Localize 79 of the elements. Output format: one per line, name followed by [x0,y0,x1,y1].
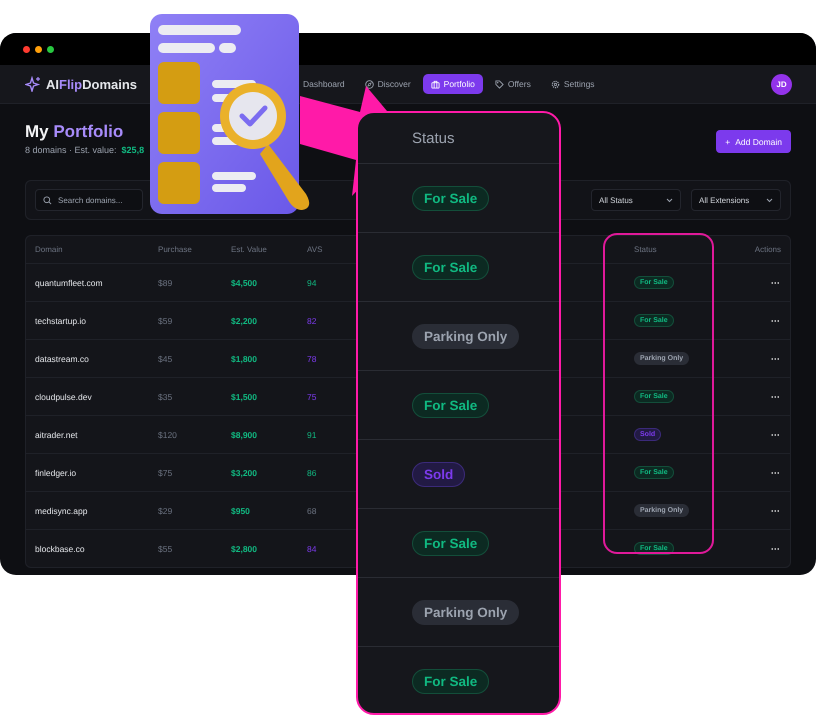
minimize-dot[interactable] [35,46,42,52]
chevron-down-icon [766,198,773,202]
domain-cell-text: datastream.co [34,354,90,364]
status-badge: Parking Only [412,600,520,624]
purchase-cell-text: $29 [158,506,174,516]
more-actions-button[interactable]: ··· [770,316,781,326]
settings-icon [550,80,560,88]
value-cell-text: $2,800 [231,544,258,554]
purchase-cell-text: $45 [158,354,174,364]
domain-cell-text: blockbase.co [34,544,86,554]
purchase-cell-text: $89 [158,278,174,288]
nav-tab[interactable]: Settings [542,74,603,94]
status-badge: For Sale [412,668,490,694]
column-header: Actions [754,245,781,254]
avs-cell-text: 94 [307,278,318,288]
filter-dropdown[interactable]: All Extensions [691,189,781,211]
avs-cell-text: 82 [307,316,318,326]
purchase-cell-text: $35 [158,392,174,402]
value-cell-text: $2,200 [231,316,258,326]
value-cell-text: $3,200 [231,468,258,478]
search-field[interactable]: Search domains... [35,189,143,211]
column-header: Purchase [158,245,193,254]
more-actions-button[interactable]: ··· [770,278,781,288]
avs-cell-text: 68 [307,506,318,516]
nav-tab[interactable]: Offers [486,74,539,94]
value-cell-text: $4,500 [231,278,258,288]
purchase-cell-text: $59 [158,316,174,326]
nav-tab[interactable]: Discover [356,74,419,94]
avs-cell-text: 75 [307,392,318,402]
nav-tab[interactable]: Portfolio [422,74,483,94]
portfolio-summary: 8 domains · Est. value: $25,8 [25,145,144,155]
domain-cell-text: cloudpulse.dev [34,392,93,402]
purchase-cell-text: $55 [158,544,174,554]
domain-cell-text: quantumfleet.com [34,278,104,288]
column-header: Domain [34,245,64,254]
avs-cell-text: 91 [307,430,318,440]
column-header: AVS [307,245,324,254]
chevron-down-icon [666,198,673,202]
column-header: Est. Value [231,245,268,254]
user-avatar[interactable]: JD [771,74,792,94]
add-domain-button[interactable]: + Add Domain [716,130,791,153]
value-cell-text: $8,900 [231,430,258,440]
status-badge: For Sale [412,186,490,210]
avs-cell-text: 86 [307,468,318,478]
status-badge: Parking Only [412,324,520,348]
more-actions-button[interactable]: ··· [770,392,781,402]
more-actions-button[interactable]: ··· [770,354,781,364]
compass-icon [364,80,374,88]
status-badge: For Sale [412,392,490,418]
status-badge: For Sale [412,530,490,556]
domain-cell-text: finledger.io [34,468,78,478]
more-actions-button[interactable]: ··· [770,468,781,478]
column-header: Status [634,245,657,254]
avs-cell-text: 78 [307,354,318,364]
nav-tab[interactable]: Dashboard [303,74,353,94]
status-badge: For Sale [412,254,490,280]
panel-title: Status [412,130,455,146]
briefcase-icon [430,80,440,88]
avs-cell-text: 84 [307,544,318,554]
domain-cell-text: techstartup.io [34,316,88,326]
status-badge: Sold [412,462,466,486]
filter-dropdown[interactable]: All Status [591,189,681,211]
domain-cell-text: aitrader.net [34,430,79,440]
maximize-dot[interactable] [47,46,54,52]
more-actions-button[interactable]: ··· [770,506,781,516]
search-icon [43,196,52,204]
value-cell-text: $1,500 [231,392,258,402]
close-dot[interactable] [23,46,30,52]
sparkle-icon [25,76,41,92]
more-actions-button[interactable]: ··· [770,544,781,554]
purchase-cell-text: $75 [158,468,174,478]
page-title: My Portfolio [25,122,124,142]
tag-icon [494,80,504,88]
value-cell-text: $950 [231,506,251,516]
domain-cell-text: medisync.app [34,506,88,516]
value-cell-text: $1,800 [231,354,258,364]
brand-name[interactable]: AIFlipDomains [46,76,138,92]
purchase-cell-text: $120 [158,430,178,440]
more-actions-button[interactable]: ··· [770,430,781,440]
